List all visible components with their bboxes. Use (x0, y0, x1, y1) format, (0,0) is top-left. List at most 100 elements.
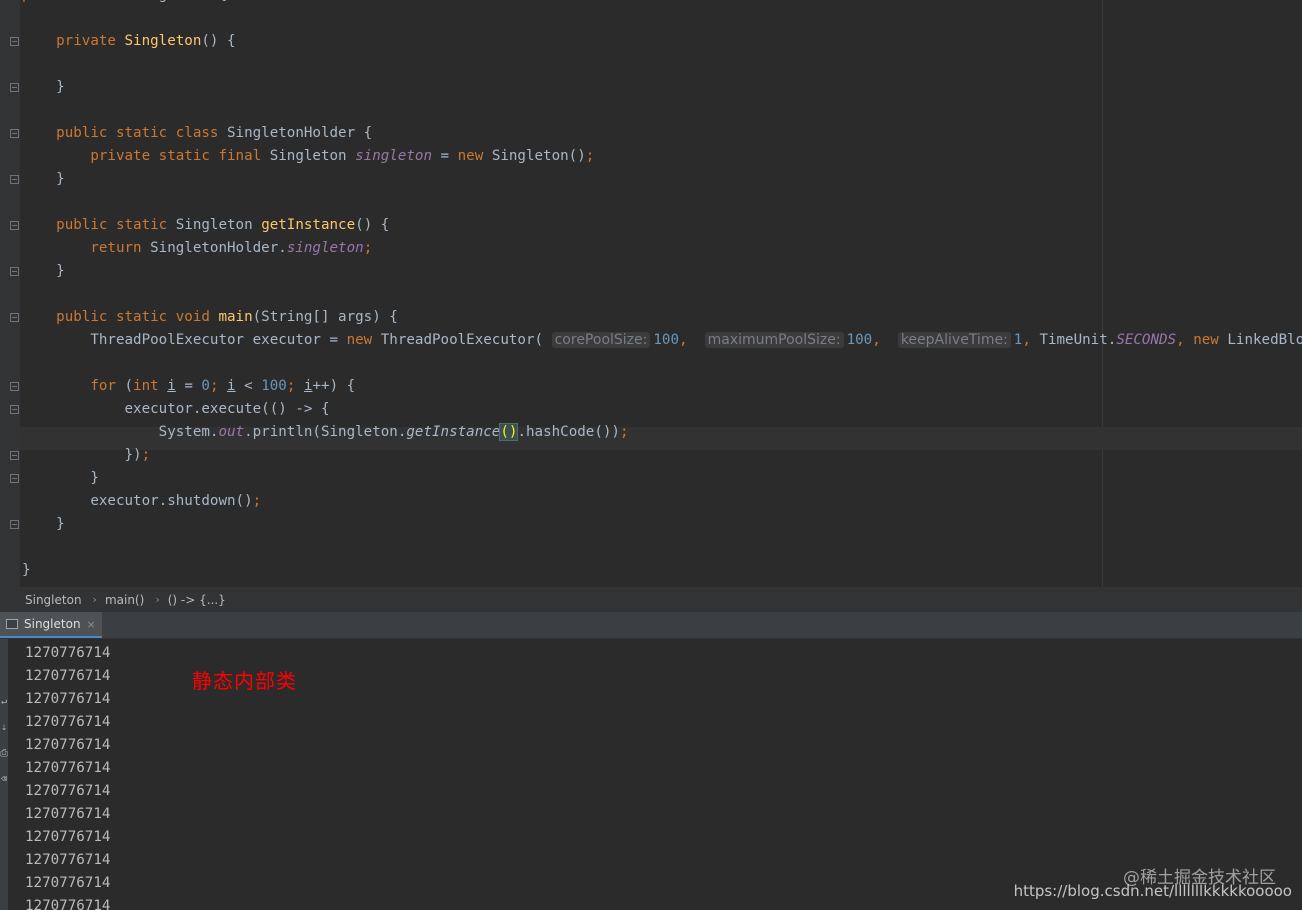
code-token: ; (252, 493, 262, 509)
breadcrumb-item-class[interactable]: Singleton (25, 593, 82, 607)
right-margin-guide (1102, 0, 1103, 587)
annotation-label: 静态内部类 (192, 669, 297, 693)
code-line[interactable]: for (int i = 0; i < 100; i++) { (22, 375, 355, 398)
code-token: private static final (90, 148, 270, 164)
fold-marker-icon[interactable] (10, 83, 19, 92)
code-line[interactable]: System.out.println(Singleton.getInstance… (22, 421, 629, 444)
breadcrumb-item-lambda[interactable]: () -> {...} (168, 593, 226, 607)
code-token: ; (141, 447, 151, 463)
code-token: return (90, 240, 151, 256)
fold-marker-icon[interactable] (10, 405, 19, 414)
console-toolbar: ↵ ⇣ ⎙ ⌫ (0, 639, 8, 910)
fold-marker-icon[interactable] (10, 267, 19, 276)
code-line[interactable]: public class Singleton { (22, 0, 227, 7)
code-token: (String[] args) { (252, 309, 398, 325)
code-token: } (22, 516, 65, 532)
code-line[interactable]: } (22, 260, 65, 283)
code-token: 0 (201, 378, 210, 394)
code-line[interactable]: executor.shutdown(); (22, 490, 261, 513)
code-line[interactable]: }); (22, 444, 150, 467)
console-icon (6, 619, 18, 629)
parameter-hint: keepAliveTime: (897, 332, 1011, 348)
code-token: Singleton { (133, 0, 227, 3)
code-token: , (1022, 332, 1040, 348)
fold-marker-icon[interactable] (10, 37, 19, 46)
console-output-line: 1270776714 (25, 829, 111, 845)
tab-label: Singleton (24, 617, 81, 631)
code-line[interactable]: } (22, 467, 99, 490)
console-output-line: 1270776714 (25, 898, 111, 910)
console-output-line: 1270776714 (25, 783, 111, 799)
code-token: System. (22, 424, 219, 440)
console-output-line: 1270776714 (25, 760, 111, 776)
code-line[interactable]: } (22, 559, 31, 582)
fold-marker-icon[interactable] (10, 129, 19, 138)
run-console[interactable]: ↵ ⇣ ⎙ ⌫ 1270776714 1270776714 1270776714 12… (0, 639, 1302, 910)
code-editor[interactable]: public class Singleton { private Singlet… (0, 0, 1302, 587)
print-icon[interactable]: ⎙ (0, 747, 8, 761)
console-output-line: 1270776714 (25, 645, 111, 661)
code-token: i (167, 378, 176, 394)
code-token: ThreadPoolExecutor( (380, 332, 552, 348)
code-line[interactable]: } (22, 513, 65, 536)
code-line[interactable]: return SingletonHolder.singleton; (22, 237, 372, 260)
code-token: , (678, 332, 705, 348)
clear-icon[interactable]: ⌫ (0, 773, 8, 787)
code-token: () { (201, 33, 236, 49)
soft-wrap-icon[interactable]: ↵ (0, 695, 8, 709)
code-token: int (133, 378, 168, 394)
code-token: SingletonHolder. (150, 240, 287, 256)
code-token: ; (585, 148, 595, 164)
code-line[interactable]: public static class SingletonHolder { (22, 122, 372, 145)
code-line[interactable]: public static Singleton getInstance() { (22, 214, 389, 237)
code-line[interactable]: ThreadPoolExecutor executor = new Thread… (22, 329, 1302, 352)
code-token: out (218, 424, 245, 440)
code-token: 100 (653, 332, 679, 348)
close-icon[interactable]: × (87, 618, 96, 631)
code-token: new (1193, 332, 1228, 348)
breadcrumb-separator: › (155, 593, 160, 606)
code-token: public static void (56, 309, 219, 325)
code-token: private (56, 33, 125, 49)
fold-marker-icon[interactable] (10, 175, 19, 184)
run-tool-window-tabs: Singleton × (0, 612, 1302, 639)
code-token: ( (124, 378, 134, 394)
editor-gutter (0, 0, 20, 587)
code-token: SECONDS (1116, 332, 1177, 348)
code-token: Singleton (269, 148, 356, 164)
fold-marker-icon[interactable] (10, 221, 19, 230)
code-token: = (175, 378, 202, 394)
fold-marker-icon[interactable] (10, 382, 19, 391)
code-token: Singleton() (491, 148, 586, 164)
code-token: public static class (56, 125, 228, 141)
tab-run-singleton[interactable]: Singleton × (0, 612, 102, 638)
fold-marker-icon[interactable] (10, 520, 19, 529)
fold-marker-icon[interactable] (10, 313, 19, 322)
code-line[interactable]: private Singleton() { (22, 30, 236, 53)
fold-marker-icon[interactable] (10, 474, 19, 483)
code-line[interactable]: } (22, 76, 65, 99)
code-token: .hashCode()) (517, 424, 620, 440)
code-token: } (22, 470, 99, 486)
code-token: 100 (261, 378, 287, 394)
code-line[interactable]: } (22, 168, 65, 191)
code-token: 100 (846, 332, 873, 348)
breadcrumb: Singleton › main() › () -> {...} (0, 587, 1302, 612)
code-token: Singleton (175, 217, 262, 233)
code-token: ; (619, 424, 629, 440)
breadcrumb-separator: › (92, 593, 97, 606)
code-token: , (872, 332, 898, 348)
code-token: , (1176, 332, 1194, 348)
code-token: executor.execute(() -> { (22, 401, 330, 417)
breadcrumb-item-method[interactable]: main() (105, 593, 144, 607)
code-line[interactable]: private static final Singleton singleton… (22, 145, 594, 168)
fold-marker-icon[interactable] (10, 451, 19, 460)
scroll-to-end-icon[interactable]: ⇣ (0, 721, 8, 735)
console-output-line: 1270776714 (25, 668, 111, 684)
code-token: getInstance (406, 424, 501, 440)
code-line[interactable]: executor.execute(() -> { (22, 398, 330, 421)
code-line[interactable]: public static void main(String[] args) { (22, 306, 398, 329)
